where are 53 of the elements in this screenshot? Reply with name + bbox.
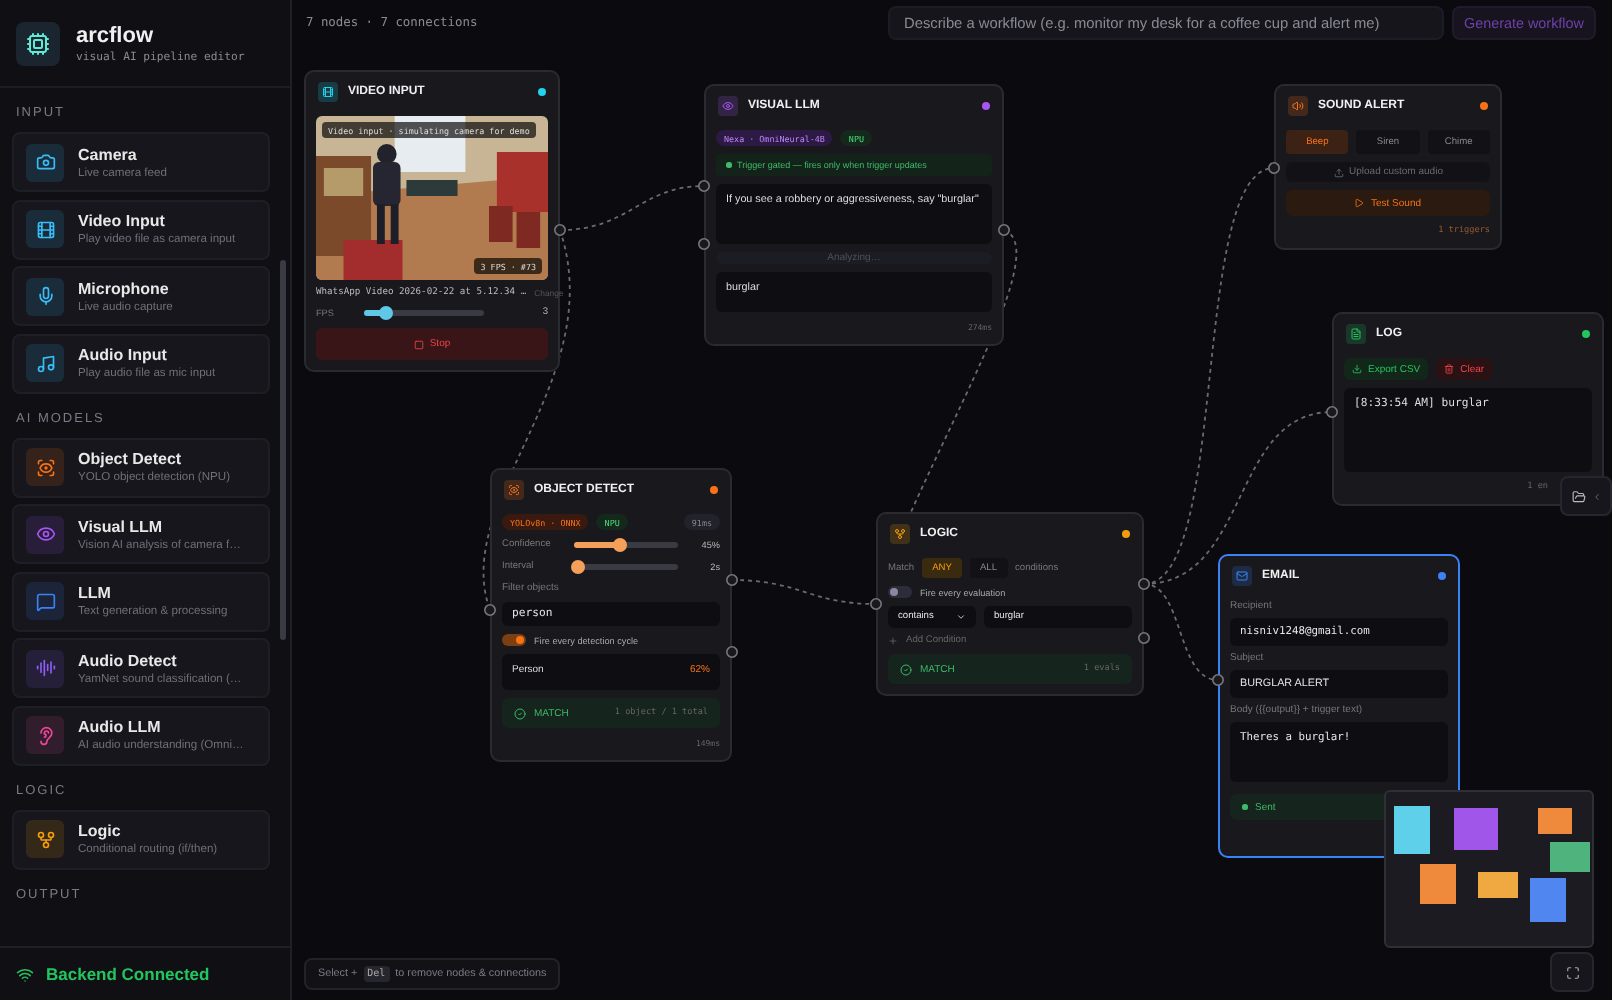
logo-icon: [16, 21, 60, 65]
chevron-left-icon: [1591, 491, 1601, 501]
trash-icon: [1444, 364, 1455, 374]
scrollbar[interactable]: [280, 260, 286, 640]
download-icon: [1352, 364, 1362, 374]
node-icon: [722, 99, 734, 111]
port-handle[interactable]: [484, 604, 496, 616]
item-name: Audio Detect: [78, 651, 179, 669]
upload-icon: [1333, 167, 1343, 177]
item-name: Audio LLM: [78, 718, 163, 736]
port-handle[interactable]: [554, 224, 566, 236]
item-name: Visual LLM: [78, 517, 165, 535]
node-icon: [322, 85, 334, 97]
slider-thumb[interactable]: [378, 305, 393, 320]
port-handle[interactable]: [1138, 632, 1150, 644]
slider-thumb[interactable]: [612, 537, 627, 552]
fullscreen-icon: [1565, 965, 1579, 979]
item-name: Logic: [78, 822, 123, 840]
wifi-icon: [16, 965, 34, 983]
node-icon: [1350, 327, 1362, 339]
check-icon: [900, 663, 912, 675]
file-panel-toggle[interactable]: [1560, 476, 1612, 516]
slider-thumb[interactable]: [571, 559, 586, 574]
node-icon: [1236, 569, 1248, 581]
port-handle[interactable]: [1212, 674, 1224, 686]
node-icon: [1292, 99, 1304, 111]
port-handle[interactable]: [998, 224, 1010, 236]
connection-status: Backend Connected: [46, 964, 210, 984]
check-icon: [514, 707, 526, 719]
item-name: Microphone: [78, 279, 171, 297]
play-icon: [1354, 198, 1365, 208]
port-handle[interactable]: [870, 598, 882, 610]
node-icon: [508, 483, 520, 495]
stop-icon: [413, 339, 424, 349]
toggle-switch[interactable]: [888, 586, 912, 598]
port-handle[interactable]: [698, 180, 710, 192]
port-handle[interactable]: [726, 646, 738, 658]
port-handle[interactable]: [1138, 578, 1150, 590]
item-name: LLM: [78, 584, 113, 602]
port-handle[interactable]: [1268, 162, 1280, 174]
port-handle[interactable]: [698, 238, 710, 250]
app-name: arcflow: [76, 23, 156, 47]
toggle-switch[interactable]: [502, 634, 526, 646]
node-icon: [894, 527, 906, 539]
chevron-down-icon: [956, 612, 966, 622]
plus-icon: [888, 636, 898, 646]
folder-icon: [1571, 489, 1585, 503]
port-handle[interactable]: [726, 574, 738, 586]
item-name: Object Detect: [78, 450, 184, 468]
item-name: Audio Input: [78, 346, 169, 364]
item-name: Camera: [78, 145, 139, 163]
item-name: Video Input: [78, 212, 167, 230]
port-handle[interactable]: [1326, 406, 1338, 418]
